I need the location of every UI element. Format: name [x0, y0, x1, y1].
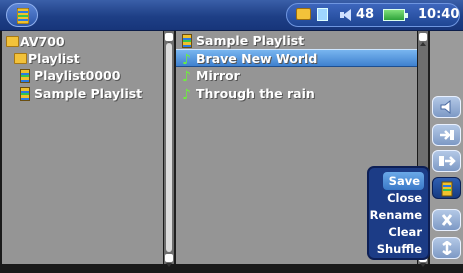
- clock: 10:40: [418, 7, 460, 22]
- menu-item-save[interactable]: Save: [383, 172, 424, 190]
- track-row[interactable]: ♪ Mirror: [176, 67, 417, 85]
- track-row[interactable]: ♪ Through the rain: [176, 85, 417, 103]
- playlist-app-button[interactable]: [6, 3, 38, 27]
- menu-item-rename[interactable]: Rename: [370, 206, 422, 224]
- folder-icon: [296, 8, 311, 20]
- battery-icon: [383, 9, 408, 21]
- list-item[interactable]: Sample Playlist: [4, 85, 161, 103]
- move-button[interactable]: [432, 237, 461, 259]
- delete-button[interactable]: [432, 209, 461, 231]
- browser-scrollbar[interactable]: [164, 31, 174, 267]
- speaker-button[interactable]: [432, 96, 461, 118]
- scroll-down-icon[interactable]: [165, 254, 173, 267]
- status-bar: 48 10:40: [0, 0, 463, 31]
- playlist-icon: [16, 7, 30, 28]
- scroll-up-icon[interactable]: [419, 33, 427, 46]
- menu-item-close[interactable]: Close: [387, 189, 422, 207]
- music-note-icon: ♪: [182, 69, 191, 85]
- folder-icon: [14, 53, 27, 64]
- add-to-playlist-button[interactable]: [432, 124, 461, 146]
- track-row[interactable]: ♪ Brave New World: [176, 49, 417, 68]
- list-item[interactable]: AV700: [4, 33, 161, 51]
- music-note-icon: ♪: [182, 87, 191, 103]
- scrollbar-thumb[interactable]: [166, 43, 172, 252]
- context-menu[interactable]: Save Close Rename Clear Shuffle: [367, 166, 430, 260]
- list-item[interactable]: Playlist: [4, 50, 161, 68]
- playlist-button[interactable]: [432, 177, 461, 199]
- status-pill: 48 10:40: [286, 3, 460, 27]
- menu-item-shuffle[interactable]: Shuffle: [377, 240, 422, 258]
- playlist-icon: [20, 69, 30, 83]
- browser-pane[interactable]: AV700 Playlist Playlist0000 Sample Playl…: [2, 31, 163, 264]
- drive-icon: [317, 8, 328, 21]
- list-item[interactable]: Playlist0000: [4, 67, 161, 85]
- playlist-icon: [182, 34, 192, 48]
- scroll-up-icon[interactable]: [165, 33, 173, 46]
- playlist-icon: [20, 87, 30, 101]
- folder-icon: [6, 36, 19, 47]
- insert-button[interactable]: [432, 150, 461, 172]
- volume-level: 48: [356, 7, 375, 22]
- playlist-header: Sample Playlist: [178, 32, 415, 50]
- menu-item-clear[interactable]: Clear: [388, 223, 422, 241]
- speaker-icon: [343, 9, 351, 21]
